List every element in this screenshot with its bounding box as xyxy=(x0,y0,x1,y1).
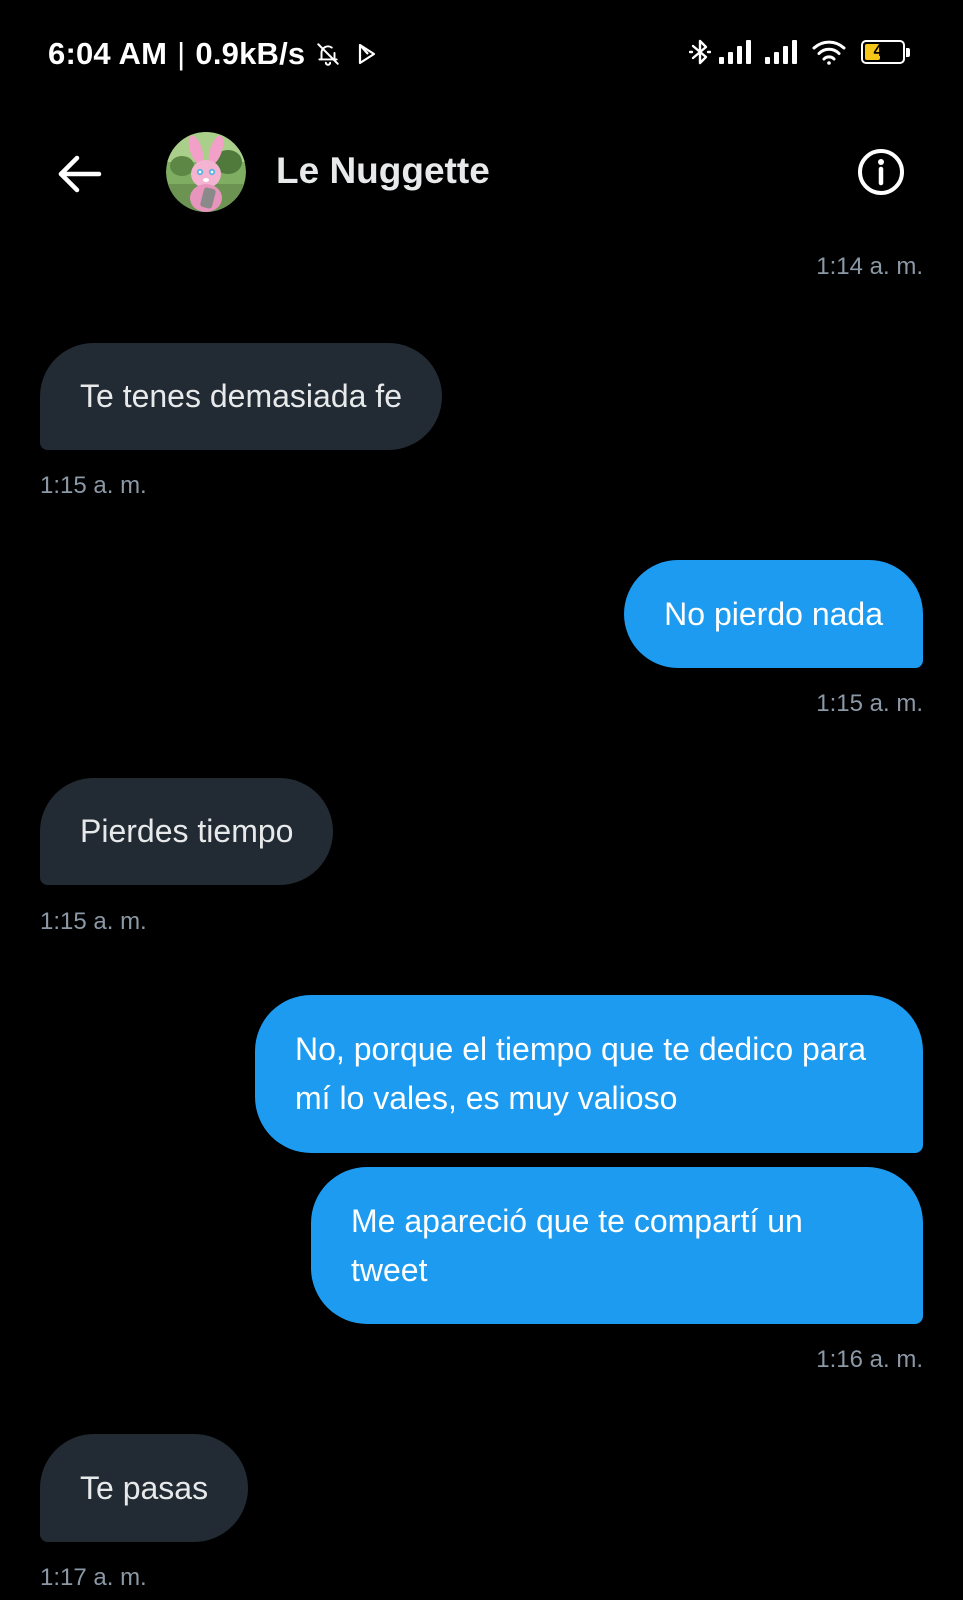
status-bar-left: 6:04 AM | 0.9kB/s xyxy=(48,36,377,72)
message-text: Me apareció que te compartí un tweet xyxy=(351,1202,812,1288)
message-timestamp: 1:16 a. m. xyxy=(816,1346,923,1373)
back-button[interactable] xyxy=(52,148,108,204)
message-timestamp: 1:14 a. m. xyxy=(816,253,923,280)
message-timestamp: 1:15 a. m. xyxy=(816,690,923,717)
signal-icon-2 xyxy=(765,39,803,65)
battery-level: 42 xyxy=(873,41,893,60)
network-speed: 0.9kB/s xyxy=(195,36,306,71)
outgoing-message-bubble[interactable]: No pierdo nada xyxy=(624,560,923,668)
conversation-header: Le Nuggette xyxy=(0,120,963,230)
info-circle-icon xyxy=(856,147,906,202)
signal-icon xyxy=(719,39,757,65)
status-time: 6:04 AM xyxy=(48,36,168,71)
message-text: Pierdes tiempo xyxy=(80,813,294,849)
play-store-icon xyxy=(357,43,377,65)
wifi-icon xyxy=(811,38,847,66)
incoming-message-bubble[interactable]: Te tenes demasiada fe xyxy=(40,343,442,450)
outgoing-message-bubble[interactable]: No, porque el tiempo que te dedico para … xyxy=(255,995,923,1153)
battery-icon: 42 xyxy=(861,40,910,64)
message-text: No, porque el tiempo que te dedico para … xyxy=(295,1031,875,1116)
arrow-left-icon xyxy=(57,154,103,199)
bunny-avatar-image xyxy=(166,132,246,212)
outgoing-message-bubble[interactable]: Me apareció que te compartí un tweet xyxy=(311,1167,923,1324)
bluetooth-icon xyxy=(689,38,711,66)
bell-off-icon xyxy=(315,41,341,67)
info-button[interactable] xyxy=(853,146,909,202)
message-timestamp: 1:15 a. m. xyxy=(40,472,147,499)
message-text: Te tenes demasiada fe xyxy=(80,378,402,414)
message-timestamp: 1:15 a. m. xyxy=(40,908,147,935)
contact-name[interactable]: Le Nuggette xyxy=(276,150,490,192)
message-text: Te pasas xyxy=(80,1469,209,1506)
avatar[interactable] xyxy=(166,132,246,212)
message-text: No pierdo nada xyxy=(664,595,883,632)
incoming-message-bubble[interactable]: Pierdes tiempo xyxy=(40,778,334,885)
battery-tip xyxy=(906,48,910,57)
status-bar: 6:04 AM | 0.9kB/s 42 xyxy=(0,0,963,110)
status-bar-right: 42 xyxy=(689,38,910,66)
incoming-message-bubble[interactable]: Te pasas xyxy=(40,1434,249,1542)
message-timestamp: 1:17 a. m. xyxy=(40,1564,147,1591)
status-separator: | xyxy=(177,36,186,71)
